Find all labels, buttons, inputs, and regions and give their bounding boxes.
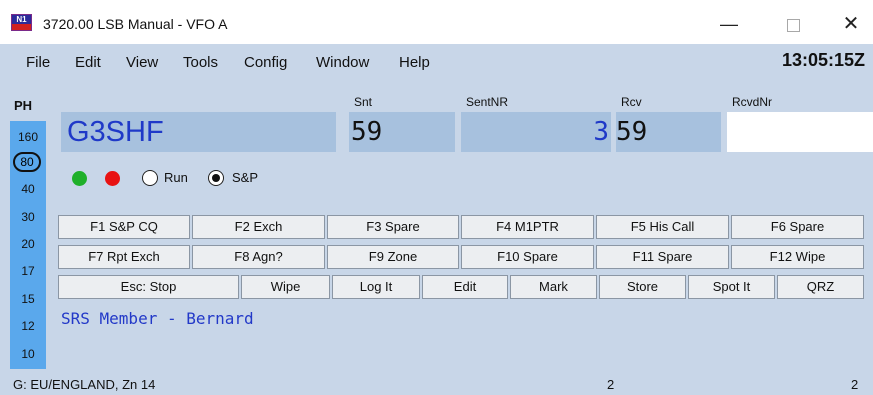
f7-button[interactable]: F7 Rpt Exch xyxy=(58,245,190,269)
band-80-selected[interactable]: 80 xyxy=(13,152,41,172)
menu-tools[interactable]: Tools xyxy=(183,54,218,71)
f12-button[interactable]: F12 Wipe xyxy=(731,245,864,269)
band-17[interactable]: 17 xyxy=(10,264,46,278)
utc-clock: 13:05:15Z xyxy=(781,50,865,70)
green-status-led-icon xyxy=(72,171,87,186)
minimize-button[interactable]: — xyxy=(706,6,752,42)
rcv-field[interactable]: 59 xyxy=(616,112,721,152)
menu-edit[interactable]: Edit xyxy=(75,54,101,71)
snt-field[interactable]: 59 xyxy=(349,112,455,152)
sentnr-label: SentNR xyxy=(466,95,509,109)
rcvdnr-label: RcvdNr xyxy=(732,95,773,109)
menu-bar: File Edit View Tools Config Window Help … xyxy=(0,44,873,80)
maximize-button[interactable] xyxy=(770,6,816,42)
log-it-button[interactable]: Log It xyxy=(332,275,420,299)
app-logo-text: N1 xyxy=(12,15,31,24)
menu-file[interactable]: File xyxy=(26,54,50,71)
callsign-info-line: SRS Member - Bernard xyxy=(61,309,254,328)
mark-button[interactable]: Mark xyxy=(510,275,597,299)
menu-window[interactable]: Window xyxy=(316,54,369,71)
band-20[interactable]: 20 xyxy=(10,237,46,251)
f5-button[interactable]: F5 His Call xyxy=(596,215,729,239)
menu-help[interactable]: Help xyxy=(399,54,430,71)
band-panel: 160 80 40 30 20 17 15 12 10 xyxy=(10,121,46,369)
edit-button[interactable]: Edit xyxy=(422,275,508,299)
status-country-zone: G: EU/ENGLAND, Zn 14 xyxy=(13,377,156,392)
red-status-led-icon xyxy=(105,171,120,186)
band-15[interactable]: 15 xyxy=(10,292,46,306)
rcvdnr-field[interactable] xyxy=(727,112,873,152)
callsign-field[interactable]: G3SHF xyxy=(61,112,336,152)
app-logo-icon: N1 xyxy=(11,14,32,31)
f10-button[interactable]: F10 Spare xyxy=(461,245,594,269)
maximize-icon xyxy=(786,18,800,32)
f3-button[interactable]: F3 Spare xyxy=(327,215,459,239)
title-bar: N1 3720.00 LSB Manual - VFO A — ✕ xyxy=(0,0,873,44)
status-right-count: 2 xyxy=(851,377,859,392)
window-title: 3720.00 LSB Manual - VFO A xyxy=(43,16,228,32)
f1-button[interactable]: F1 S&P CQ xyxy=(58,215,190,239)
f11-button[interactable]: F11 Spare xyxy=(596,245,729,269)
status-bar: G: EU/ENGLAND, Zn 14 2 2 xyxy=(0,370,873,395)
qrz-button[interactable]: QRZ xyxy=(777,275,864,299)
f4-button[interactable]: F4 M1PTR xyxy=(461,215,594,239)
esc-stop-button[interactable]: Esc: Stop xyxy=(58,275,239,299)
wipe-button[interactable]: Wipe xyxy=(241,275,330,299)
sentnr-field[interactable]: 3 xyxy=(461,112,611,152)
sp-radio[interactable] xyxy=(208,170,224,186)
menu-config[interactable]: Config xyxy=(244,54,287,71)
f2-button[interactable]: F2 Exch xyxy=(192,215,325,239)
spot-it-button[interactable]: Spot It xyxy=(688,275,775,299)
close-button[interactable]: ✕ xyxy=(828,6,873,42)
snt-label: Snt xyxy=(354,95,373,109)
f6-button[interactable]: F6 Spare xyxy=(731,215,864,239)
status-middle-count: 2 xyxy=(607,377,615,392)
f8-button[interactable]: F8 Agn? xyxy=(192,245,325,269)
menu-view[interactable]: View xyxy=(126,54,158,71)
sp-radio-label[interactable]: S&P xyxy=(232,170,258,185)
band-40[interactable]: 40 xyxy=(10,182,46,196)
run-radio[interactable] xyxy=(142,170,158,186)
f9-button[interactable]: F9 Zone xyxy=(327,245,459,269)
band-160[interactable]: 160 xyxy=(10,130,46,144)
band-10[interactable]: 10 xyxy=(10,347,46,361)
run-radio-label[interactable]: Run xyxy=(164,170,188,185)
band-30[interactable]: 30 xyxy=(10,210,46,224)
store-button[interactable]: Store xyxy=(599,275,686,299)
band-12[interactable]: 12 xyxy=(10,319,46,333)
rcv-label: Rcv xyxy=(621,95,642,109)
mode-label: PH xyxy=(14,98,33,113)
